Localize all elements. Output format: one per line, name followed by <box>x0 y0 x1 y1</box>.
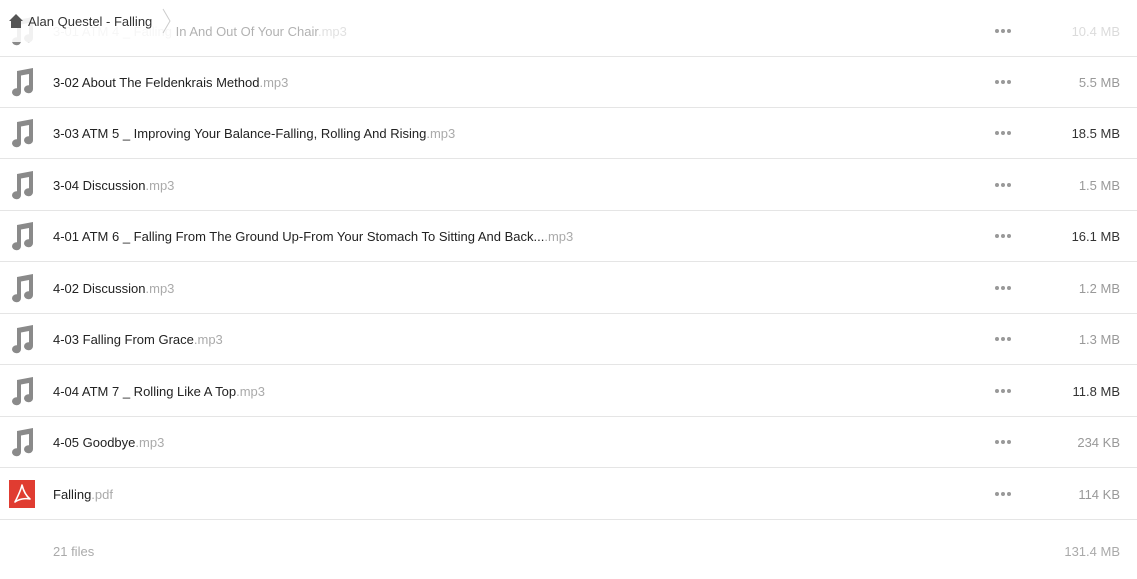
file-name[interactable]: 4-04 ATM 7 _ Rolling Like A Top.mp3 <box>53 384 265 399</box>
file-row[interactable]: 3-04 Discussion.mp3 1.5 MB <box>0 160 1137 211</box>
file-row[interactable]: Falling.pdf 114 KB <box>0 469 1137 520</box>
more-options-icon[interactable] <box>993 180 1013 190</box>
file-name[interactable]: 3-03 ATM 5 _ Improving Your Balance-Fall… <box>53 126 455 141</box>
more-options-icon[interactable] <box>993 128 1013 138</box>
music-note-icon <box>8 67 36 97</box>
file-name[interactable]: 4-03 Falling From Grace.mp3 <box>53 332 223 347</box>
music-note-icon <box>8 118 36 148</box>
more-options-icon[interactable] <box>993 26 1013 36</box>
file-row[interactable]: 4-04 ATM 7 _ Rolling Like A Top.mp3 11.8… <box>0 366 1137 417</box>
file-name[interactable]: 4-05 Goodbye.mp3 <box>53 435 164 450</box>
music-note-icon <box>8 273 36 303</box>
file-name[interactable]: 4-01 ATM 6 _ Falling From The Ground Up-… <box>53 229 573 244</box>
breadcrumb-folder[interactable]: Alan Questel - Falling <box>28 14 152 29</box>
music-note-icon <box>8 170 36 200</box>
file-name[interactable]: 3-04 Discussion.mp3 <box>53 178 174 193</box>
more-options-icon[interactable] <box>993 334 1013 344</box>
file-size: 1.3 MB <box>1078 331 1120 347</box>
file-row[interactable]: 3-02 About The Feldenkrais Method.mp3 5.… <box>0 57 1137 108</box>
file-size: 1.2 MB <box>1078 280 1120 296</box>
breadcrumb: Alan Questel - Falling <box>0 0 175 42</box>
music-note-icon <box>8 427 36 457</box>
file-row[interactable]: 4-03 Falling From Grace.mp3 1.3 MB <box>0 314 1137 365</box>
more-options-icon[interactable] <box>993 77 1013 87</box>
chevron-right-icon <box>160 7 174 35</box>
file-size: 234 KB <box>1077 434 1120 450</box>
music-note-icon <box>8 324 36 354</box>
file-count: 21 files <box>53 544 95 559</box>
file-size: 5.5 MB <box>1078 74 1120 90</box>
home-icon[interactable] <box>8 13 24 29</box>
file-row[interactable]: 4-05 Goodbye.mp3 234 KB <box>0 417 1137 468</box>
file-size: 16.1 MB <box>1071 228 1120 244</box>
total-size: 131.4 MB <box>1064 544 1120 559</box>
file-size: 10.4 MB <box>1071 23 1120 39</box>
more-options-icon[interactable] <box>993 386 1013 396</box>
file-size: 11.8 MB <box>1072 383 1120 399</box>
file-size: 114 KB <box>1078 486 1120 502</box>
file-list-footer: 21 files 131.4 MB <box>0 530 1137 572</box>
file-row[interactable]: 4-02 Discussion.mp3 1.2 MB <box>0 263 1137 314</box>
more-options-icon[interactable] <box>993 437 1013 447</box>
music-note-icon <box>8 376 36 406</box>
more-options-icon[interactable] <box>993 283 1013 293</box>
file-name[interactable]: 3-02 About The Feldenkrais Method.mp3 <box>53 75 288 90</box>
file-row[interactable]: 3-03 ATM 5 _ Improving Your Balance-Fall… <box>0 108 1137 159</box>
more-options-icon[interactable] <box>993 489 1013 499</box>
file-name[interactable]: Falling.pdf <box>53 487 113 502</box>
more-options-icon[interactable] <box>993 231 1013 241</box>
file-name[interactable]: 4-02 Discussion.mp3 <box>53 281 174 296</box>
file-row[interactable]: 4-01 ATM 6 _ Falling From The Ground Up-… <box>0 211 1137 262</box>
pdf-icon <box>8 479 36 509</box>
music-note-icon <box>8 221 36 251</box>
file-size: 1.5 MB <box>1078 177 1120 193</box>
file-size: 18.5 MB <box>1071 125 1120 141</box>
